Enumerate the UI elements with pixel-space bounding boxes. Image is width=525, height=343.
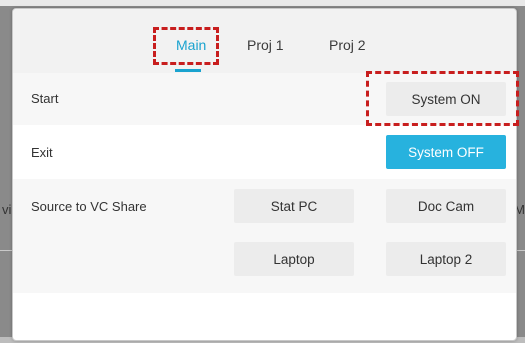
panel-dialog: Main Proj 1 Proj 2 Start System ON Exit …: [12, 8, 517, 341]
tab-bar: Main Proj 1 Proj 2: [13, 9, 516, 73]
tab-proj-2[interactable]: Proj 2: [329, 37, 366, 53]
laptop-button[interactable]: Laptop: [234, 242, 354, 276]
background-divider-left: [0, 250, 12, 251]
source-label: Source to VC Share: [31, 199, 147, 214]
start-label: Start: [31, 91, 59, 106]
doc-cam-button[interactable]: Doc Cam: [386, 189, 506, 223]
tab-main[interactable]: Main: [176, 37, 206, 53]
stat-pc-button[interactable]: Stat PC: [234, 189, 354, 223]
background-text-left: vi: [2, 202, 12, 217]
background-strip-top: [0, 0, 525, 6]
active-tab-indicator: [175, 69, 201, 72]
laptop-2-button[interactable]: Laptop 2: [386, 242, 506, 276]
system-off-button[interactable]: System OFF: [386, 135, 506, 169]
system-on-button[interactable]: System ON: [386, 82, 506, 116]
tab-proj-1[interactable]: Proj 1: [247, 37, 284, 53]
exit-label: Exit: [31, 145, 53, 160]
